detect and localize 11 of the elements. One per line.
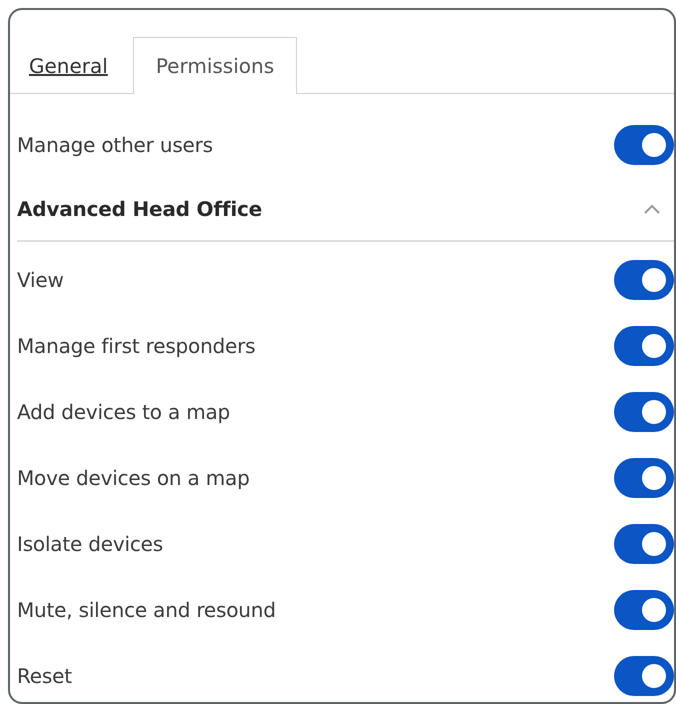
- permission-label: Mute, silence and resound: [17, 598, 276, 622]
- section-title: Advanced Head Office: [17, 197, 262, 221]
- permission-label: View: [17, 268, 64, 292]
- permission-label: Add devices to a map: [17, 400, 230, 424]
- permission-label: Move devices on a map: [17, 466, 250, 490]
- permission-label: Manage first responders: [17, 334, 256, 358]
- tab[interactable]: Permissions: [132, 37, 298, 94]
- permission-label: Manage other users: [17, 133, 213, 157]
- permission-label: Reset: [17, 664, 72, 688]
- permission-label: Isolate devices: [17, 532, 163, 556]
- tab[interactable]: General: [20, 37, 117, 94]
